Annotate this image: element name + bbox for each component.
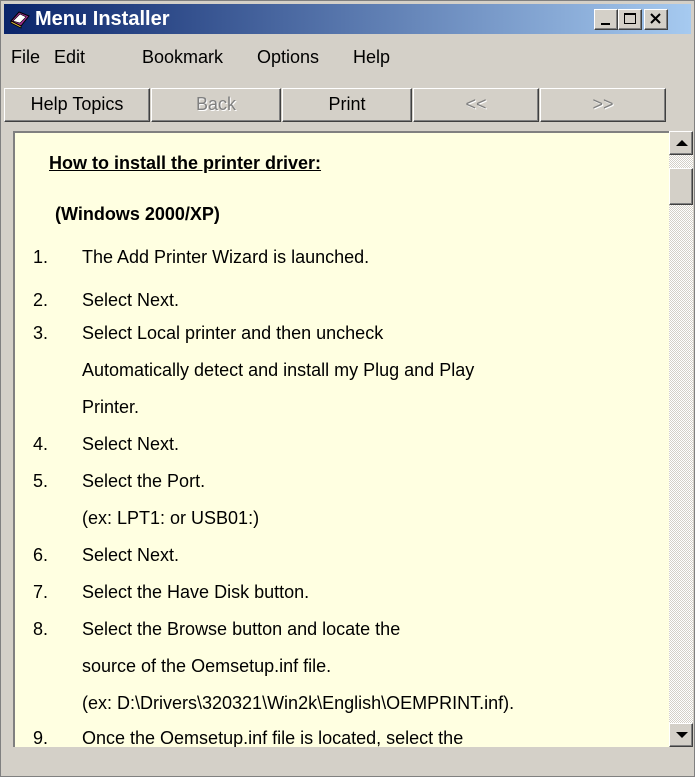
toolbar: Help Topics Back Print << >> xyxy=(4,81,691,125)
book-icon xyxy=(10,11,30,29)
step-text: source of the Oemsetup.inf file. xyxy=(82,656,332,676)
vertical-scrollbar[interactable] xyxy=(669,131,693,747)
step-text: Select Next. xyxy=(82,545,180,565)
minimize-button[interactable] xyxy=(594,9,618,30)
step-number: 9. xyxy=(33,728,49,747)
arrow-up-icon xyxy=(676,140,688,146)
step-text: Once the Oemsetup.inf file is located, s… xyxy=(82,728,464,747)
step-text: The Add Printer Wizard is launched. xyxy=(82,247,370,267)
step-text: (ex: LPT1: or USB01:) xyxy=(82,508,260,528)
back-button[interactable]: Back xyxy=(151,88,281,122)
step-text: Select Next. xyxy=(82,290,180,310)
maximize-icon xyxy=(624,13,636,24)
next-button[interactable]: >> xyxy=(540,88,666,122)
close-button[interactable] xyxy=(644,9,668,30)
menu-help[interactable]: Help xyxy=(353,46,390,68)
step-text: Automatically detect and install my Plug… xyxy=(82,360,475,380)
step-text: Select the Port. xyxy=(82,471,206,491)
minimize-icon xyxy=(601,23,610,25)
step-text: Printer. xyxy=(82,397,140,417)
step-text: Select the Have Disk button. xyxy=(82,582,310,602)
step-number: 7. xyxy=(33,582,49,602)
menu-installer-window: Menu Installer File Edit Bookmark Option… xyxy=(0,0,695,777)
title-bar[interactable]: Menu Installer xyxy=(4,4,691,34)
step-text: Select Next. xyxy=(82,434,180,454)
arrow-down-icon xyxy=(676,732,688,738)
step-number: 3. xyxy=(33,323,49,343)
menu-edit[interactable]: Edit xyxy=(54,46,85,68)
previous-button[interactable]: << xyxy=(413,88,539,122)
help-topics-button[interactable]: Help Topics xyxy=(4,88,150,122)
step-text: Select the Browse button and locate the xyxy=(82,619,401,639)
step-number: 1. xyxy=(33,247,49,267)
print-button[interactable]: Print xyxy=(282,88,412,122)
menu-bar: File Edit Bookmark Options Help xyxy=(4,37,691,77)
step-text: (ex: D:\Drivers\320321\Win2k\English\OEM… xyxy=(82,693,515,713)
menu-file[interactable]: File xyxy=(11,46,40,68)
help-content-pane: How to install the printer driver: (Wind… xyxy=(13,131,669,747)
maximize-button[interactable] xyxy=(618,9,642,30)
scroll-down-button[interactable] xyxy=(669,723,693,747)
menu-bookmark[interactable]: Bookmark xyxy=(142,46,223,68)
page-heading: How to install the printer driver: xyxy=(49,153,322,173)
window-title: Menu Installer xyxy=(35,8,170,30)
step-number: 8. xyxy=(33,619,49,639)
step-number: 5. xyxy=(33,471,49,491)
scroll-up-button[interactable] xyxy=(669,131,693,155)
close-icon xyxy=(650,13,661,24)
menu-options[interactable]: Options xyxy=(257,46,319,68)
page-subheading: (Windows 2000/XP) xyxy=(55,204,220,224)
step-text: Select Local printer and then uncheck xyxy=(82,323,384,343)
scroll-thumb[interactable] xyxy=(669,168,693,205)
step-number: 2. xyxy=(33,290,49,310)
step-number: 4. xyxy=(33,434,49,454)
step-number: 6. xyxy=(33,545,49,565)
